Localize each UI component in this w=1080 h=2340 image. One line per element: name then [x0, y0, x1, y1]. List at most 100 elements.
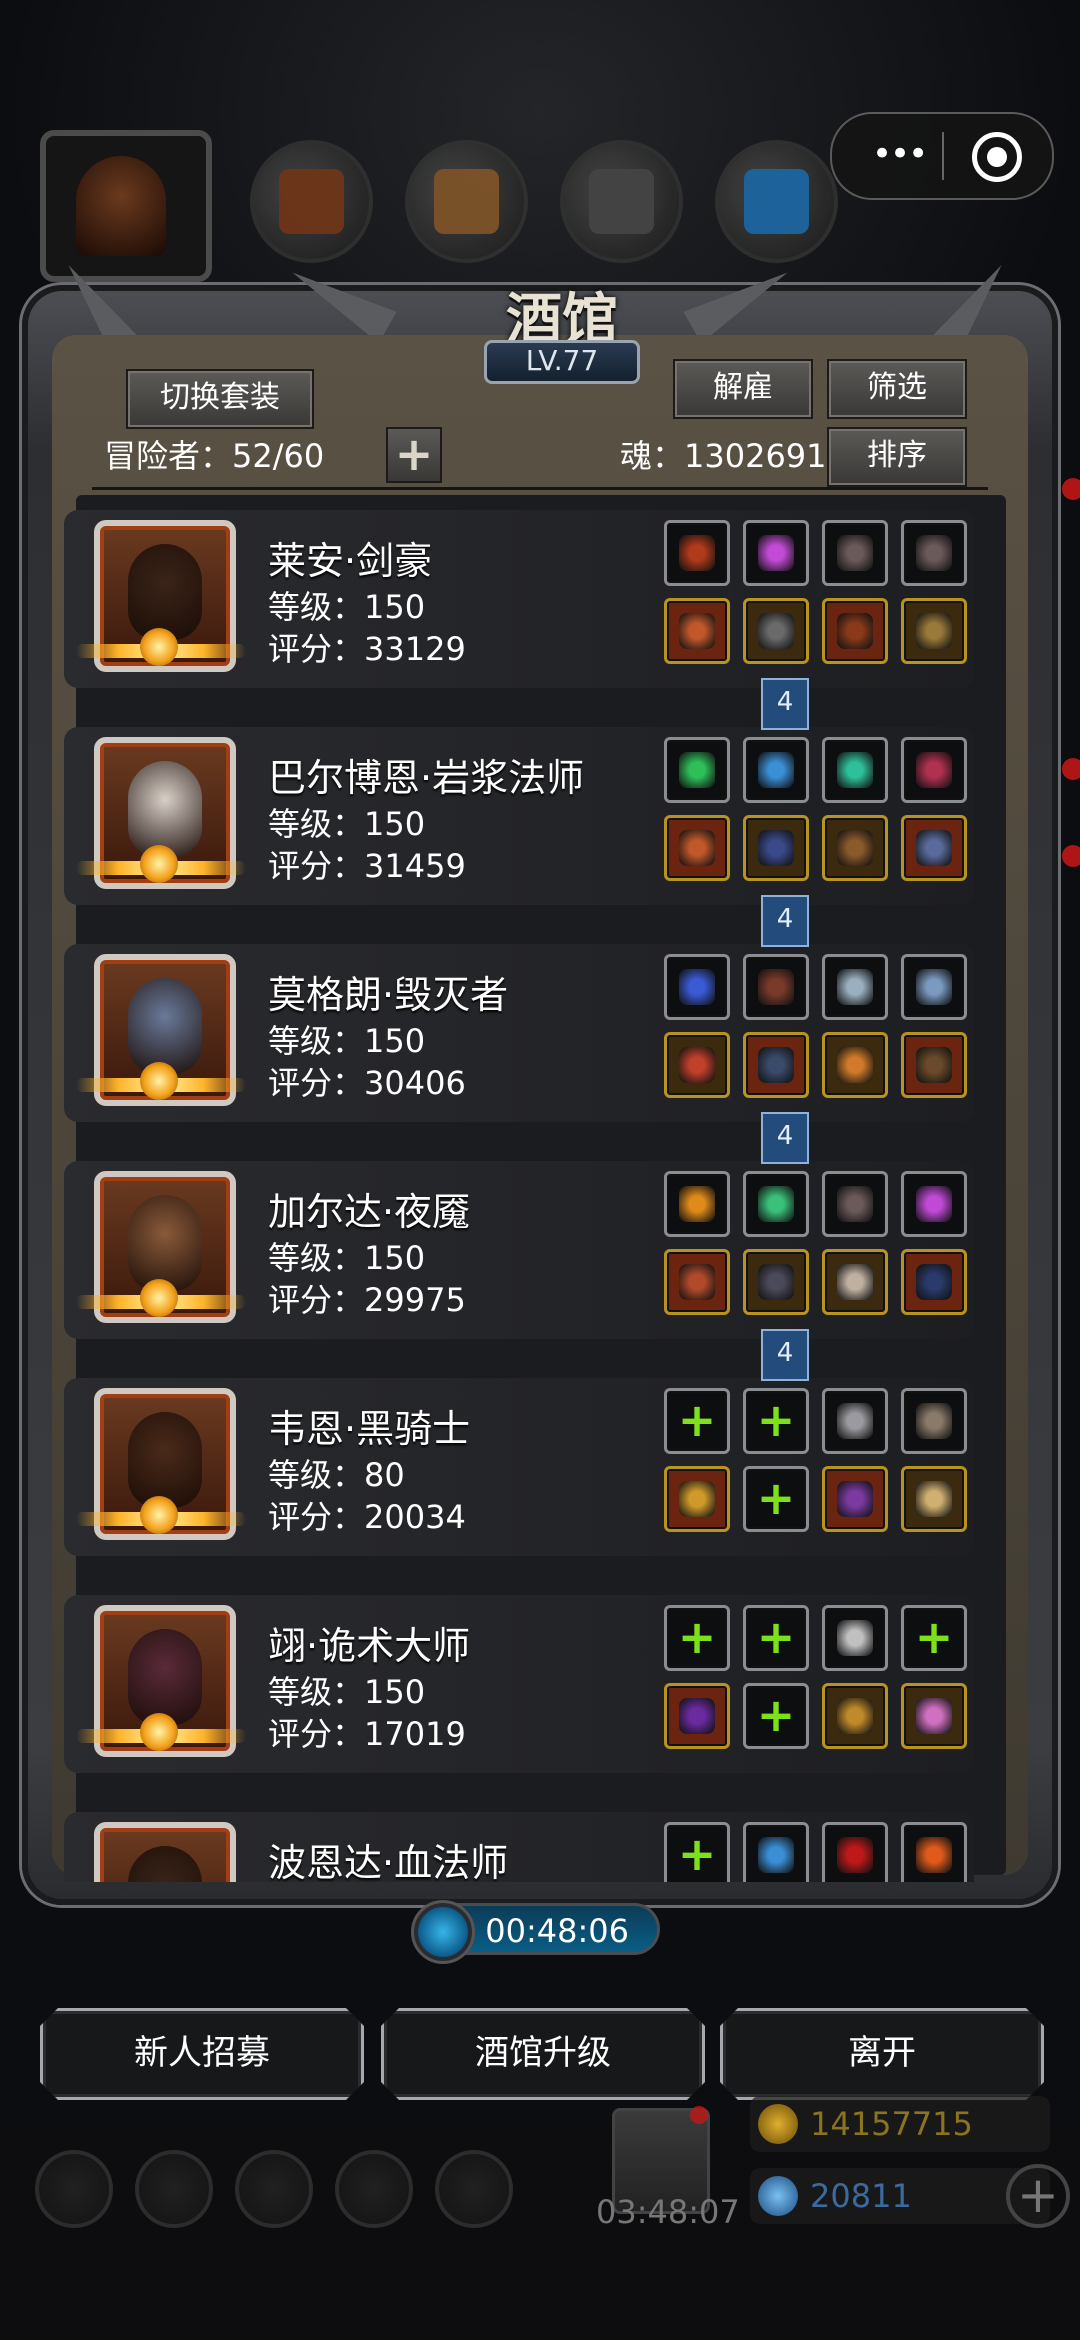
add-equipment-slot[interactable]: + — [664, 1822, 730, 1882]
equipment-slot[interactable] — [664, 520, 730, 586]
equipment-slot[interactable] — [901, 1249, 967, 1315]
more-dots-icon[interactable]: ••• — [872, 134, 928, 174]
hero-score: 评分：29975 — [268, 1281, 466, 1319]
add-equipment-slot[interactable]: + — [743, 1466, 809, 1532]
equipment-slot[interactable] — [664, 598, 730, 664]
add-resource-button[interactable]: + — [1006, 2164, 1070, 2228]
gem-icon — [758, 2176, 798, 2216]
equipment-slot[interactable] — [901, 598, 967, 664]
equipment-slot[interactable] — [743, 815, 809, 881]
equipment-slot[interactable] — [901, 1032, 967, 1098]
plus-icon: + — [756, 1610, 796, 1664]
rank-medal-icon — [140, 1062, 178, 1100]
hero-card[interactable]: 莱安·剑豪 等级：150 评分：33129 — [64, 510, 974, 688]
add-slot-button[interactable]: + — [386, 427, 442, 483]
add-equipment-slot[interactable]: + — [743, 1605, 809, 1671]
hero-face-image — [128, 544, 202, 640]
hero-face-image — [128, 978, 202, 1074]
equipment-slot[interactable] — [743, 1249, 809, 1315]
equipment-slot[interactable] — [822, 1605, 888, 1671]
equipment-slot[interactable] — [901, 954, 967, 1020]
resource-crystal-icon[interactable] — [715, 140, 838, 263]
equipment-slot[interactable] — [743, 954, 809, 1020]
resource-iron-icon[interactable] — [560, 140, 683, 263]
hero-portrait[interactable] — [94, 1822, 236, 1882]
add-equipment-slot[interactable]: + — [664, 1388, 730, 1454]
equipment-slot[interactable] — [743, 520, 809, 586]
equipment-slot[interactable] — [822, 954, 888, 1020]
equipment-slot[interactable] — [822, 1249, 888, 1315]
equipment-slot[interactable] — [822, 520, 888, 586]
equipment-slot[interactable] — [664, 737, 730, 803]
filter-button[interactable]: 筛选 — [827, 359, 967, 419]
equipment-slot[interactable] — [822, 598, 888, 664]
tavern-level-badge: LV.77 — [484, 340, 640, 384]
equipment-item-icon — [916, 969, 952, 1005]
equipment-slot[interactable] — [822, 1171, 888, 1237]
equipment-slot[interactable] — [822, 1466, 888, 1532]
star-badge-icon[interactable] — [135, 2150, 213, 2228]
shield-icon[interactable] — [435, 2150, 513, 2228]
equipment-item-icon — [837, 1264, 873, 1300]
hero-card[interactable]: 韦恩·黑骑士 等级：80 评分：20034 + + + — [64, 1378, 974, 1556]
gold-amount: 14157715 — [810, 2105, 973, 2143]
leave-button[interactable]: 离开 — [720, 2008, 1044, 2100]
add-equipment-slot[interactable]: + — [743, 1683, 809, 1749]
equipment-slot[interactable] — [743, 598, 809, 664]
mail-icon[interactable] — [335, 2150, 413, 2228]
equipment-item-icon — [758, 613, 794, 649]
hero-face-image — [128, 1195, 202, 1291]
equipment-slot[interactable] — [901, 1388, 967, 1454]
resource-wood-icon[interactable] — [250, 140, 373, 263]
equipment-slot[interactable] — [901, 737, 967, 803]
hero-icon[interactable] — [235, 2150, 313, 2228]
equipment-slot[interactable] — [664, 1249, 730, 1315]
recruit-button[interactable]: 新人招募 — [40, 2008, 364, 2100]
equipment-slot[interactable] — [664, 1032, 730, 1098]
add-equipment-slot[interactable]: + — [743, 1388, 809, 1454]
target-circle-icon[interactable] — [972, 132, 1022, 182]
equipment-slot[interactable] — [743, 737, 809, 803]
equipment-slot[interactable] — [901, 1466, 967, 1532]
equipment-slot[interactable] — [822, 1032, 888, 1098]
sort-button[interactable]: 排序 — [827, 427, 967, 487]
settings-gear-icon[interactable] — [35, 2150, 113, 2228]
equipment-slot[interactable] — [664, 1171, 730, 1237]
hero-level: 等级：150 — [268, 805, 426, 843]
equipment-slot[interactable] — [664, 1466, 730, 1532]
equipment-item-icon — [758, 969, 794, 1005]
add-equipment-slot[interactable]: + — [901, 1605, 967, 1671]
equipment-slot[interactable] — [901, 520, 967, 586]
equipment-slot[interactable] — [664, 954, 730, 1020]
equipment-slot[interactable] — [901, 1822, 967, 1882]
resource-plank-icon[interactable] — [405, 140, 528, 263]
switch-outfit-button[interactable]: 切换套装 — [126, 369, 314, 429]
equipment-item-icon — [916, 1698, 952, 1734]
capsule-divider — [942, 132, 944, 180]
equipment-slot[interactable] — [901, 1683, 967, 1749]
equipment-slot[interactable] — [822, 1822, 888, 1882]
equipment-slot[interactable] — [822, 815, 888, 881]
equipment-item-icon — [837, 1186, 873, 1222]
upgrade-tavern-button[interactable]: 酒馆升级 — [381, 2008, 705, 2100]
equipment-slot[interactable] — [743, 1032, 809, 1098]
equipment-slot[interactable] — [901, 815, 967, 881]
hero-card[interactable]: 波恩达·血法师 + — [64, 1812, 974, 1882]
add-equipment-slot[interactable]: + — [664, 1605, 730, 1671]
equipment-slot[interactable] — [822, 1388, 888, 1454]
hero-card[interactable]: 加尔达·夜魇 等级：150 评分：29975 — [64, 1161, 974, 1339]
equipment-slot[interactable] — [822, 737, 888, 803]
equipment-slot[interactable] — [743, 1822, 809, 1882]
hero-level: 等级：80 — [268, 1456, 405, 1494]
hero-card[interactable]: 翊·诡术大师 等级：150 评分：17019 + + + + — [64, 1595, 974, 1773]
hero-card[interactable]: 莫格朗·毁灭者 等级：150 评分：30406 — [64, 944, 974, 1122]
equipment-slot[interactable] — [664, 815, 730, 881]
equipment-slot[interactable] — [901, 1171, 967, 1237]
link-connector-badge: 4 — [761, 1112, 809, 1164]
equipment-slot[interactable] — [822, 1683, 888, 1749]
equipment-slot[interactable] — [743, 1171, 809, 1237]
equipment-slot[interactable] — [664, 1683, 730, 1749]
dismiss-button[interactable]: 解雇 — [673, 359, 813, 419]
hero-card[interactable]: 巴尔博恩·岩浆法师 等级：150 评分：31459 — [64, 727, 974, 905]
equipment-item-icon — [837, 1481, 873, 1517]
